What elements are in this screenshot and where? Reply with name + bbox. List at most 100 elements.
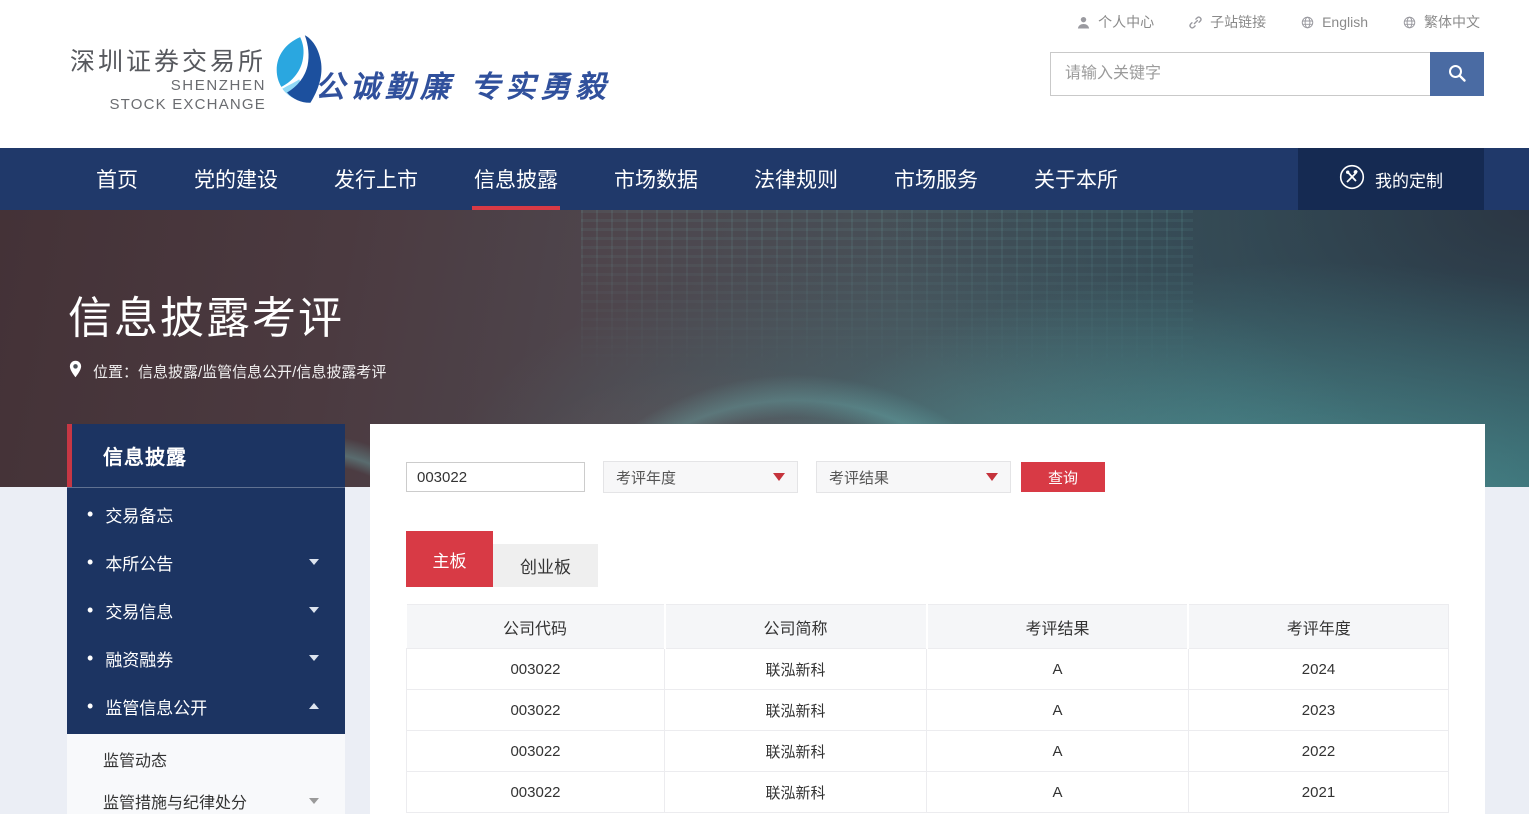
table-cell: 联泓新科 bbox=[665, 772, 927, 813]
sidebar-item[interactable]: • 监管信息公开 bbox=[67, 682, 345, 730]
table-cell: 2023 bbox=[1188, 690, 1448, 731]
chevron-icon bbox=[309, 703, 319, 709]
table-cell: 003022 bbox=[407, 731, 665, 772]
topbar-link-label: English bbox=[1322, 14, 1368, 30]
nav-item[interactable]: 市场服务 bbox=[892, 148, 980, 210]
bullet-icon: • bbox=[87, 601, 93, 619]
bullet-icon: • bbox=[87, 505, 93, 523]
dropdown-triangle-icon bbox=[773, 473, 785, 481]
table-cell: A bbox=[927, 772, 1189, 813]
board-tabs: 主板创业板 bbox=[406, 531, 1449, 587]
nav-item[interactable]: 党的建设 bbox=[192, 148, 280, 210]
bullet-icon: • bbox=[87, 697, 93, 715]
globe-icon bbox=[1300, 15, 1315, 30]
tools-icon bbox=[1339, 164, 1365, 195]
sidebar-item-label: 交易信息 bbox=[105, 598, 173, 623]
chevron-icon bbox=[309, 607, 319, 613]
globe-icon bbox=[1402, 15, 1417, 30]
sidebar-item-label: 监管信息公开 bbox=[105, 694, 207, 719]
table-row: 003022联泓新科A2022 bbox=[407, 731, 1449, 772]
sidebar-item[interactable]: • 融资融券 bbox=[67, 634, 345, 682]
topbar: 个人中心 子站链接 English 繁体中文 bbox=[1076, 12, 1480, 32]
topbar-link[interactable]: 子站链接 bbox=[1188, 12, 1266, 32]
bullet-icon: • bbox=[87, 649, 93, 667]
table-row: 003022联泓新科A2023 bbox=[407, 690, 1449, 731]
nav-item[interactable]: 市场数据 bbox=[612, 148, 700, 210]
nav-item[interactable]: 首页 bbox=[94, 148, 140, 210]
eval-year-select[interactable]: 考评年度 bbox=[603, 461, 798, 493]
table-cell: 联泓新科 bbox=[665, 731, 927, 772]
main-nav: 首页党的建设发行上市信息披露市场数据法律规则市场服务关于本所 我的定制 bbox=[0, 148, 1529, 210]
table-cell: A bbox=[927, 731, 1189, 772]
site-search bbox=[1050, 52, 1484, 96]
sidebar-item[interactable]: • 交易备忘 bbox=[67, 490, 345, 538]
content-row: 信息披露 • 交易备忘 • 本所公告 • 交易信息 • 融资融券 bbox=[67, 424, 1485, 814]
table-cell: 联泓新科 bbox=[665, 649, 927, 690]
breadcrumb-text: 位置：信息披露/监管信息公开/信息披露考评 bbox=[93, 361, 386, 382]
board-tab[interactable]: 创业板 bbox=[493, 544, 598, 587]
sidebar-subitem[interactable]: 监管动态 bbox=[67, 738, 345, 780]
sidebar-title: 信息披露 bbox=[67, 424, 345, 487]
user-icon bbox=[1076, 15, 1091, 30]
sidebar-subitem[interactable]: 监管措施与纪律处分 bbox=[67, 780, 345, 814]
topbar-link[interactable]: 个人中心 bbox=[1076, 12, 1154, 32]
table-row: 003022联泓新科A2021 bbox=[407, 772, 1449, 813]
chevron-icon bbox=[309, 655, 319, 661]
brand[interactable]: 深圳证券交易所 SHENZHEN STOCK EXCHANGE bbox=[70, 48, 332, 114]
board-tab[interactable]: 主板 bbox=[406, 531, 493, 587]
page-title: 信息披露考评 bbox=[68, 282, 344, 346]
nav-item[interactable]: 法律规则 bbox=[752, 148, 840, 210]
nav-item[interactable]: 关于本所 bbox=[1032, 148, 1120, 210]
table-cell: 2024 bbox=[1188, 649, 1448, 690]
site-search-button[interactable] bbox=[1430, 52, 1484, 96]
brand-name-en1: SHENZHEN bbox=[171, 77, 266, 96]
chevron-down-icon bbox=[309, 798, 319, 804]
nav-item[interactable]: 信息披露 bbox=[472, 148, 560, 210]
sidebar-subitem-label: 监管动态 bbox=[103, 747, 167, 771]
search-icon bbox=[1447, 63, 1467, 86]
site-search-input[interactable] bbox=[1050, 52, 1430, 96]
brand-name-cn: 深圳证券交易所 bbox=[70, 48, 266, 77]
dropdown-triangle-icon bbox=[986, 473, 998, 481]
table-row: 003022联泓新科A2024 bbox=[407, 649, 1449, 690]
table-cell: 2021 bbox=[1188, 772, 1448, 813]
sidebar-item[interactable]: • 本所公告 bbox=[67, 538, 345, 586]
table-cell: 联泓新科 bbox=[665, 690, 927, 731]
table-cell: A bbox=[927, 649, 1189, 690]
table-header-cell: 考评结果 bbox=[927, 605, 1189, 649]
link-icon bbox=[1188, 15, 1203, 30]
breadcrumb: 位置：信息披露/监管信息公开/信息披露考评 bbox=[68, 360, 386, 382]
brand-name-en2: STOCK EXCHANGE bbox=[109, 96, 266, 115]
sidebar-item-label: 本所公告 bbox=[105, 550, 173, 575]
sidebar: 信息披露 • 交易备忘 • 本所公告 • 交易信息 • 融资融券 bbox=[67, 424, 345, 814]
main-panel: 考评年度 考评结果 查询 主板创业板 公司代码公司简称考评结果考评年度 0030… bbox=[370, 424, 1485, 814]
eval-result-select[interactable]: 考评结果 bbox=[816, 461, 1011, 493]
sidebar-subitem-label: 监管措施与纪律处分 bbox=[103, 789, 247, 813]
topbar-link-label: 繁体中文 bbox=[1424, 12, 1480, 32]
table-cell: 2022 bbox=[1188, 731, 1448, 772]
table-header-row: 公司代码公司简称考评结果考评年度 bbox=[407, 605, 1449, 649]
query-button[interactable]: 查询 bbox=[1021, 462, 1105, 492]
table-cell: 003022 bbox=[407, 649, 665, 690]
table-header-cell: 考评年度 bbox=[1188, 605, 1448, 649]
eval-table-body: 003022联泓新科A2024003022联泓新科A2023003022联泓新科… bbox=[407, 649, 1449, 813]
sidebar-item-label: 交易备忘 bbox=[105, 502, 173, 527]
topbar-link[interactable]: 繁体中文 bbox=[1402, 12, 1480, 32]
brand-slogan: 公诚勤廉 专实勇毅 bbox=[315, 62, 610, 106]
eval-year-select-label: 考评年度 bbox=[616, 467, 676, 488]
table-header-cell: 公司简称 bbox=[665, 605, 927, 649]
site-header: 个人中心 子站链接 English 繁体中文 深圳证券交易所 SHENZHEN … bbox=[0, 0, 1529, 148]
topbar-link[interactable]: English bbox=[1300, 14, 1368, 30]
my-customization-label: 我的定制 bbox=[1375, 167, 1443, 192]
filter-row: 考评年度 考评结果 查询 bbox=[406, 461, 1449, 493]
table-cell: 003022 bbox=[407, 772, 665, 813]
sidebar-item-label: 融资融券 bbox=[105, 646, 173, 671]
my-customization-button[interactable]: 我的定制 bbox=[1298, 148, 1484, 210]
bullet-icon: • bbox=[87, 553, 93, 571]
sidebar-item[interactable]: • 交易信息 bbox=[67, 586, 345, 634]
company-code-input[interactable] bbox=[406, 462, 585, 492]
location-pin-icon bbox=[68, 360, 83, 382]
eval-result-select-label: 考评结果 bbox=[829, 467, 889, 488]
chevron-icon bbox=[309, 559, 319, 565]
nav-item[interactable]: 发行上市 bbox=[332, 148, 420, 210]
